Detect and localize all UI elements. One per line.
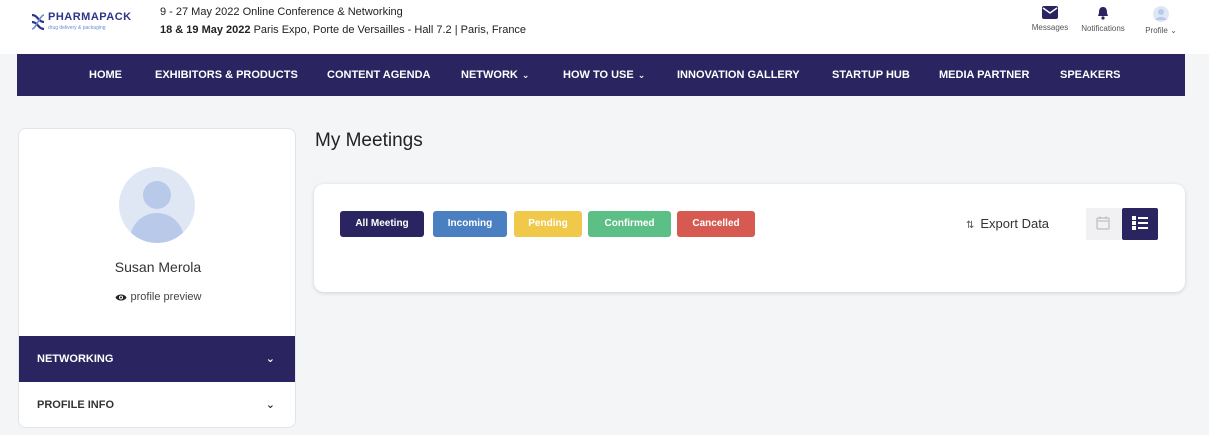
nav-label: CONTENT AGENDA [327, 69, 431, 81]
calendar-view-toggle[interactable] [1086, 208, 1122, 240]
sidebar-section-profile-info[interactable]: PROFILE INFO ⌄ [19, 382, 295, 427]
brand-tagline: drug delivery & packaging [48, 25, 106, 31]
sidebar-section-label: PROFILE INFO [37, 399, 114, 411]
nav-item-how-to-use[interactable]: HOW TO USE ⌄ [563, 54, 645, 96]
event-onsite-line: 18 & 19 May 2022 Paris Expo, Porte de Ve… [160, 24, 526, 36]
main-nav: HOME EXHIBITORS & PRODUCTS CONTENT AGEND… [17, 54, 1185, 96]
page-title: My Meetings [315, 130, 423, 151]
top-header: PHARMAPACK drug delivery & packaging 9 -… [0, 0, 1209, 54]
sidebar-section-label: NETWORKING [37, 353, 114, 365]
envelope-icon [1042, 6, 1058, 19]
nav-label: STARTUP HUB [832, 69, 910, 81]
notifications-button[interactable]: Notifications [1073, 6, 1133, 33]
nav-label: MEDIA PARTNER [939, 69, 1030, 81]
messages-button[interactable]: Messages [1030, 6, 1070, 32]
chevron-down-icon: ⌄ [637, 70, 646, 80]
nav-item-home[interactable]: HOME [89, 54, 122, 96]
user-avatar-icon [1153, 6, 1169, 22]
eye-icon [115, 294, 127, 301]
notifications-label: Notifications [1081, 24, 1125, 33]
event-onsite-venue: Paris Expo, Porte de Versailles - Hall 7… [253, 24, 527, 36]
chevron-down-icon: ⌄ [1170, 26, 1177, 35]
profile-preview-label: profile preview [130, 291, 202, 303]
user-name: Susan Merola [114, 259, 202, 275]
chevron-down-icon: ⌄ [265, 353, 275, 365]
brand-logo-mark [31, 13, 45, 31]
list-view-icon [1132, 216, 1148, 230]
nav-item-network[interactable]: NETWORK ⌄ [461, 54, 529, 96]
nav-item-exhibitors-products[interactable]: EXHIBITORS & PRODUCTS [155, 54, 298, 96]
chevron-down-icon: ⌄ [265, 399, 275, 411]
nav-item-startup-hub[interactable]: STARTUP HUB [832, 54, 910, 96]
nav-item-media-partner[interactable]: MEDIA PARTNER [939, 54, 1029, 96]
nav-item-content-agenda[interactable]: CONTENT AGENDA [327, 54, 430, 96]
export-data-button[interactable]: ⇅ Export Data [966, 216, 1049, 231]
nav-item-innovation-gallery[interactable]: INNOVATION GALLERY [677, 54, 800, 96]
event-online-line: 9 - 27 May 2022 Online Conference & Netw… [160, 6, 403, 18]
event-online-dates: 9 - 27 May 2022 [160, 6, 240, 18]
meetings-panel: All Meeting Incoming Pending Confirmed C… [314, 184, 1185, 292]
sort-arrows-icon: ⇅ [966, 220, 975, 231]
nav-label: NETWORK [461, 69, 518, 81]
filter-all-meeting-button[interactable]: All Meeting [340, 211, 424, 237]
filter-cancelled-button[interactable]: Cancelled [677, 211, 755, 237]
export-data-label: Export Data [980, 216, 1050, 231]
nav-label: HOME [89, 69, 122, 81]
profile-preview-link[interactable]: profile preview [19, 291, 295, 303]
brand-name: PHARMAPACK [48, 11, 132, 23]
avatar-body [130, 213, 184, 243]
brand-logo[interactable]: PHARMAPACK drug delivery & packaging [30, 10, 145, 38]
sidebar-section-networking[interactable]: NETWORKING ⌄ [19, 336, 295, 382]
chevron-down-icon: ⌄ [521, 70, 530, 80]
event-online-label: Online Conference & Networking [242, 6, 403, 18]
profile-label: Profile [1145, 26, 1168, 35]
bell-icon [1098, 7, 1108, 20]
messages-label: Messages [1031, 23, 1069, 32]
nav-label: HOW TO USE [563, 69, 634, 81]
calendar-icon [1096, 216, 1110, 230]
nav-label: INNOVATION GALLERY [677, 69, 800, 81]
nav-label: EXHIBITORS & PRODUCTS [155, 69, 298, 81]
filter-incoming-button[interactable]: Incoming [433, 211, 507, 237]
event-onsite-dates: 18 & 19 May 2022 [160, 24, 251, 36]
profile-menu-button[interactable]: Profile ⌄ [1137, 6, 1185, 35]
nav-item-speakers[interactable]: SPEAKERS [1060, 54, 1121, 96]
profile-sidebar: Susan Merola profile preview NETWORKING … [18, 128, 296, 428]
avatar-head [143, 181, 171, 209]
avatar [119, 167, 195, 243]
nav-label: SPEAKERS [1060, 69, 1121, 81]
list-view-toggle[interactable] [1122, 208, 1158, 240]
filter-pending-button[interactable]: Pending [514, 211, 582, 237]
filter-confirmed-button[interactable]: Confirmed [588, 211, 671, 237]
